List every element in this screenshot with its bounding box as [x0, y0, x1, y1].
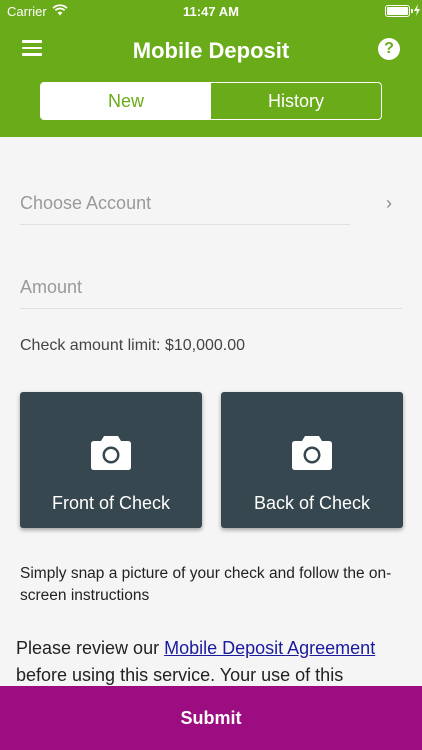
app-bar: Mobile Deposit ? New History — [0, 22, 422, 137]
back-of-check-button[interactable]: Back of Check — [221, 392, 403, 528]
front-of-check-button[interactable]: Front of Check — [20, 392, 202, 528]
front-of-check-label: Front of Check — [51, 493, 171, 513]
page-title: Mobile Deposit — [132, 38, 290, 63]
agreement-text: Please review our Mobile Deposit Agreeme… — [16, 635, 411, 689]
agreement-prefix: Please review our — [16, 638, 165, 658]
status-time: 11:47 AM — [183, 4, 239, 19]
check-limit-text: Check amount limit: $10,000.00 — [20, 337, 246, 354]
amount-field[interactable]: Amount — [20, 277, 402, 309]
charging-bolt-icon — [414, 4, 420, 16]
tab-history[interactable]: History — [211, 83, 381, 119]
chevron-right-icon: › — [386, 193, 392, 213]
agreement-suffix: before using this service. Your use of t… — [16, 665, 344, 685]
choose-account-field[interactable]: Choose Account — [20, 193, 350, 225]
mobile-deposit-agreement-link[interactable]: Mobile Deposit Agreement — [164, 638, 375, 658]
camera-icon — [292, 436, 332, 470]
status-bar: Carrier 11:47 AM — [0, 0, 422, 22]
camera-icon — [91, 436, 131, 470]
battery-tip — [411, 9, 413, 13]
instructions-text: Simply snap a picture of your check and … — [20, 565, 392, 604]
submit-button[interactable]: Submit — [0, 686, 422, 750]
segmented-control: New History — [40, 82, 382, 120]
tab-new[interactable]: New — [41, 83, 211, 119]
help-icon[interactable]: ? — [378, 38, 400, 60]
back-of-check-label: Back of Check — [253, 493, 371, 513]
battery-icon — [385, 5, 410, 17]
